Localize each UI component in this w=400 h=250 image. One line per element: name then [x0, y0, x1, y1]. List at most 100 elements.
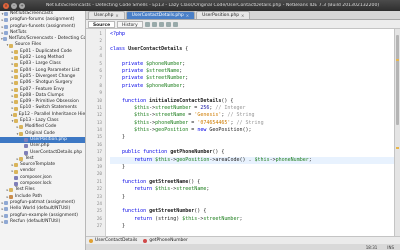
code-area[interactable]: 1 <?php 2 3 class UserContactDetails {4 5 pri… [97, 31, 394, 231]
project-tree-item[interactable]: ▸ Recfun (default/NTUtil) [0, 219, 85, 225]
code-line[interactable]: 3 class UserContactDetails { [99, 46, 394, 53]
php-icon [14, 182, 18, 187]
source-view-button[interactable]: Source [88, 20, 116, 28]
code-token: new [197, 127, 210, 134]
close-tab-icon[interactable]: × [241, 12, 244, 20]
line-number: 2 [99, 39, 102, 45]
class-icon [89, 238, 93, 243]
editor-tab[interactable]: UserPosition.php × [196, 11, 251, 20]
code-line[interactable]: 22 return $this->streetName; [97, 186, 394, 193]
folder-icon [14, 94, 18, 98]
comment-icon[interactable] [172, 21, 178, 27]
find-icon[interactable] [158, 21, 164, 27]
lib-icon [9, 194, 13, 199]
code-token: $this [110, 104, 150, 111]
editor-toolbar: Source History [86, 20, 400, 29]
code-line[interactable]: 27 } [97, 223, 394, 230]
folder-icon [14, 106, 18, 111]
code-line[interactable]: 7 private $streetNumber; [99, 75, 394, 82]
close-tab-icon[interactable]: × [186, 12, 189, 20]
proj-icon [4, 24, 8, 29]
code-line[interactable]: 23 } [97, 194, 394, 201]
code-line[interactable]: 25 function getStreetNumber() { [97, 208, 394, 215]
breadcrumb-class[interactable]: UserContactDetails [89, 238, 137, 243]
code-line[interactable]: 9 [99, 90, 394, 97]
line-number: 27 [96, 224, 102, 230]
close-window-button[interactable]: × [3, 2, 9, 9]
window-title-bar: × – + NetTutsScreencasts - Detecting Cod… [0, 0, 400, 11]
code-line[interactable]: 2 [99, 38, 394, 45]
line-number: 3 [99, 46, 102, 52]
code-token: <?php [110, 31, 126, 37]
proj-icon [4, 219, 8, 224]
code-token: $this [110, 112, 150, 119]
code-line[interactable]: 18 return $this->geoPosition->areaCode()… [97, 156, 394, 165]
folder-icon [14, 119, 18, 124]
code-token: // Integer [215, 104, 246, 111]
code-token: getPhoneNumber [170, 149, 213, 156]
code-line[interactable]: 1 <?php [99, 31, 394, 38]
line-number: 23 [96, 194, 102, 200]
code-token: function [110, 178, 150, 185]
editor-vertical-scrollbar[interactable] [394, 29, 400, 236]
code-token: ; [308, 156, 312, 163]
code-token: = [188, 127, 198, 134]
editor-tab[interactable]: UserContactDetails.php × [125, 11, 196, 20]
forward-icon[interactable] [151, 21, 157, 27]
code-token: 256 [200, 104, 210, 111]
breadcrumb-class-label: UserContactDetails [95, 238, 138, 243]
code-line[interactable]: 11 $this->streetNumber = 256; // Integer [97, 104, 394, 112]
code-token: } [110, 164, 126, 171]
toggle-bookmark-icon[interactable] [165, 21, 171, 27]
minimize-window-button[interactable]: – [11, 2, 17, 9]
breadcrumb-method[interactable]: getPhoneNumber [143, 238, 188, 243]
code-line[interactable]: 26 return (string) $this->streetNumber; [97, 215, 394, 223]
code-line[interactable]: 13 $this->phoneNumber = '074654465'; // … [97, 119, 394, 127]
code-token: ; [185, 75, 189, 82]
code-line[interactable]: 6 private $streetName; [99, 68, 394, 75]
line-number: 14 [96, 128, 102, 134]
code-token: phoneNumber [155, 119, 189, 126]
code-token: initializeContactDetails [149, 97, 222, 104]
code-line[interactable]: 12 $this->streetName = 'Genesis'; // Str… [97, 112, 394, 119]
editor-tab-bar: User.php × UserContactDetails.php × UserPosi… [86, 11, 400, 20]
code-token: function [110, 97, 150, 104]
php-icon [24, 150, 28, 155]
project-tree-item[interactable]: ▾NetTuts/Screencasts - Detecting Code Sm [0, 36, 85, 42]
line-number: 4 [99, 54, 102, 60]
code-line[interactable]: 14 $this->geoPosition = new GeoPosition(… [97, 127, 394, 134]
code-line[interactable]: 19 } [97, 164, 394, 171]
folder-icon [14, 87, 18, 92]
code-token: streetName [155, 112, 186, 119]
line-number: 13 [96, 120, 102, 126]
code-token: () { [221, 97, 234, 104]
code-line[interactable]: 21 function getStreetName() { [97, 178, 394, 186]
editor-tab[interactable]: User.php × [88, 11, 125, 19]
history-view-button[interactable]: History [117, 20, 143, 28]
error-stripe-mark[interactable] [396, 147, 399, 149]
code-editor[interactable]: 1 <?php 2 3 class UserContactDetails {4 5 pri… [86, 29, 394, 236]
folder-icon [19, 156, 23, 161]
code-line[interactable]: 8 private $phoneNumber; [99, 83, 394, 90]
folder-icon [14, 68, 18, 73]
code-line[interactable]: 10 function initializeContactDetails() { [97, 97, 394, 105]
back-icon[interactable] [144, 21, 150, 27]
code-line[interactable]: 17 public function getPhoneNumber() { [97, 149, 394, 156]
scrollbar-thumb[interactable] [396, 35, 399, 125]
code-token: ; [239, 215, 243, 222]
code-line[interactable]: 15 } [97, 134, 394, 141]
projects-panel: ▾ NetTutsScreencasts ▸ progfun-forums (assi… [0, 11, 86, 250]
folder-icon [14, 163, 18, 168]
line-number: 5 [99, 61, 102, 67]
code-token: () { [194, 208, 207, 215]
code-token: = [185, 112, 195, 119]
close-tab-icon[interactable]: × [115, 12, 118, 20]
code-token: private [110, 75, 147, 82]
code-token: $this [110, 119, 150, 126]
error-stripe-mark[interactable] [396, 59, 399, 61]
code-line[interactable]: 4 [99, 53, 394, 60]
code-line[interactable]: 24 [97, 201, 394, 208]
code-line[interactable]: 20 [97, 171, 394, 178]
code-line[interactable]: 5 private $phoneNumber; [99, 61, 394, 68]
code-line[interactable]: 16 [97, 142, 394, 149]
